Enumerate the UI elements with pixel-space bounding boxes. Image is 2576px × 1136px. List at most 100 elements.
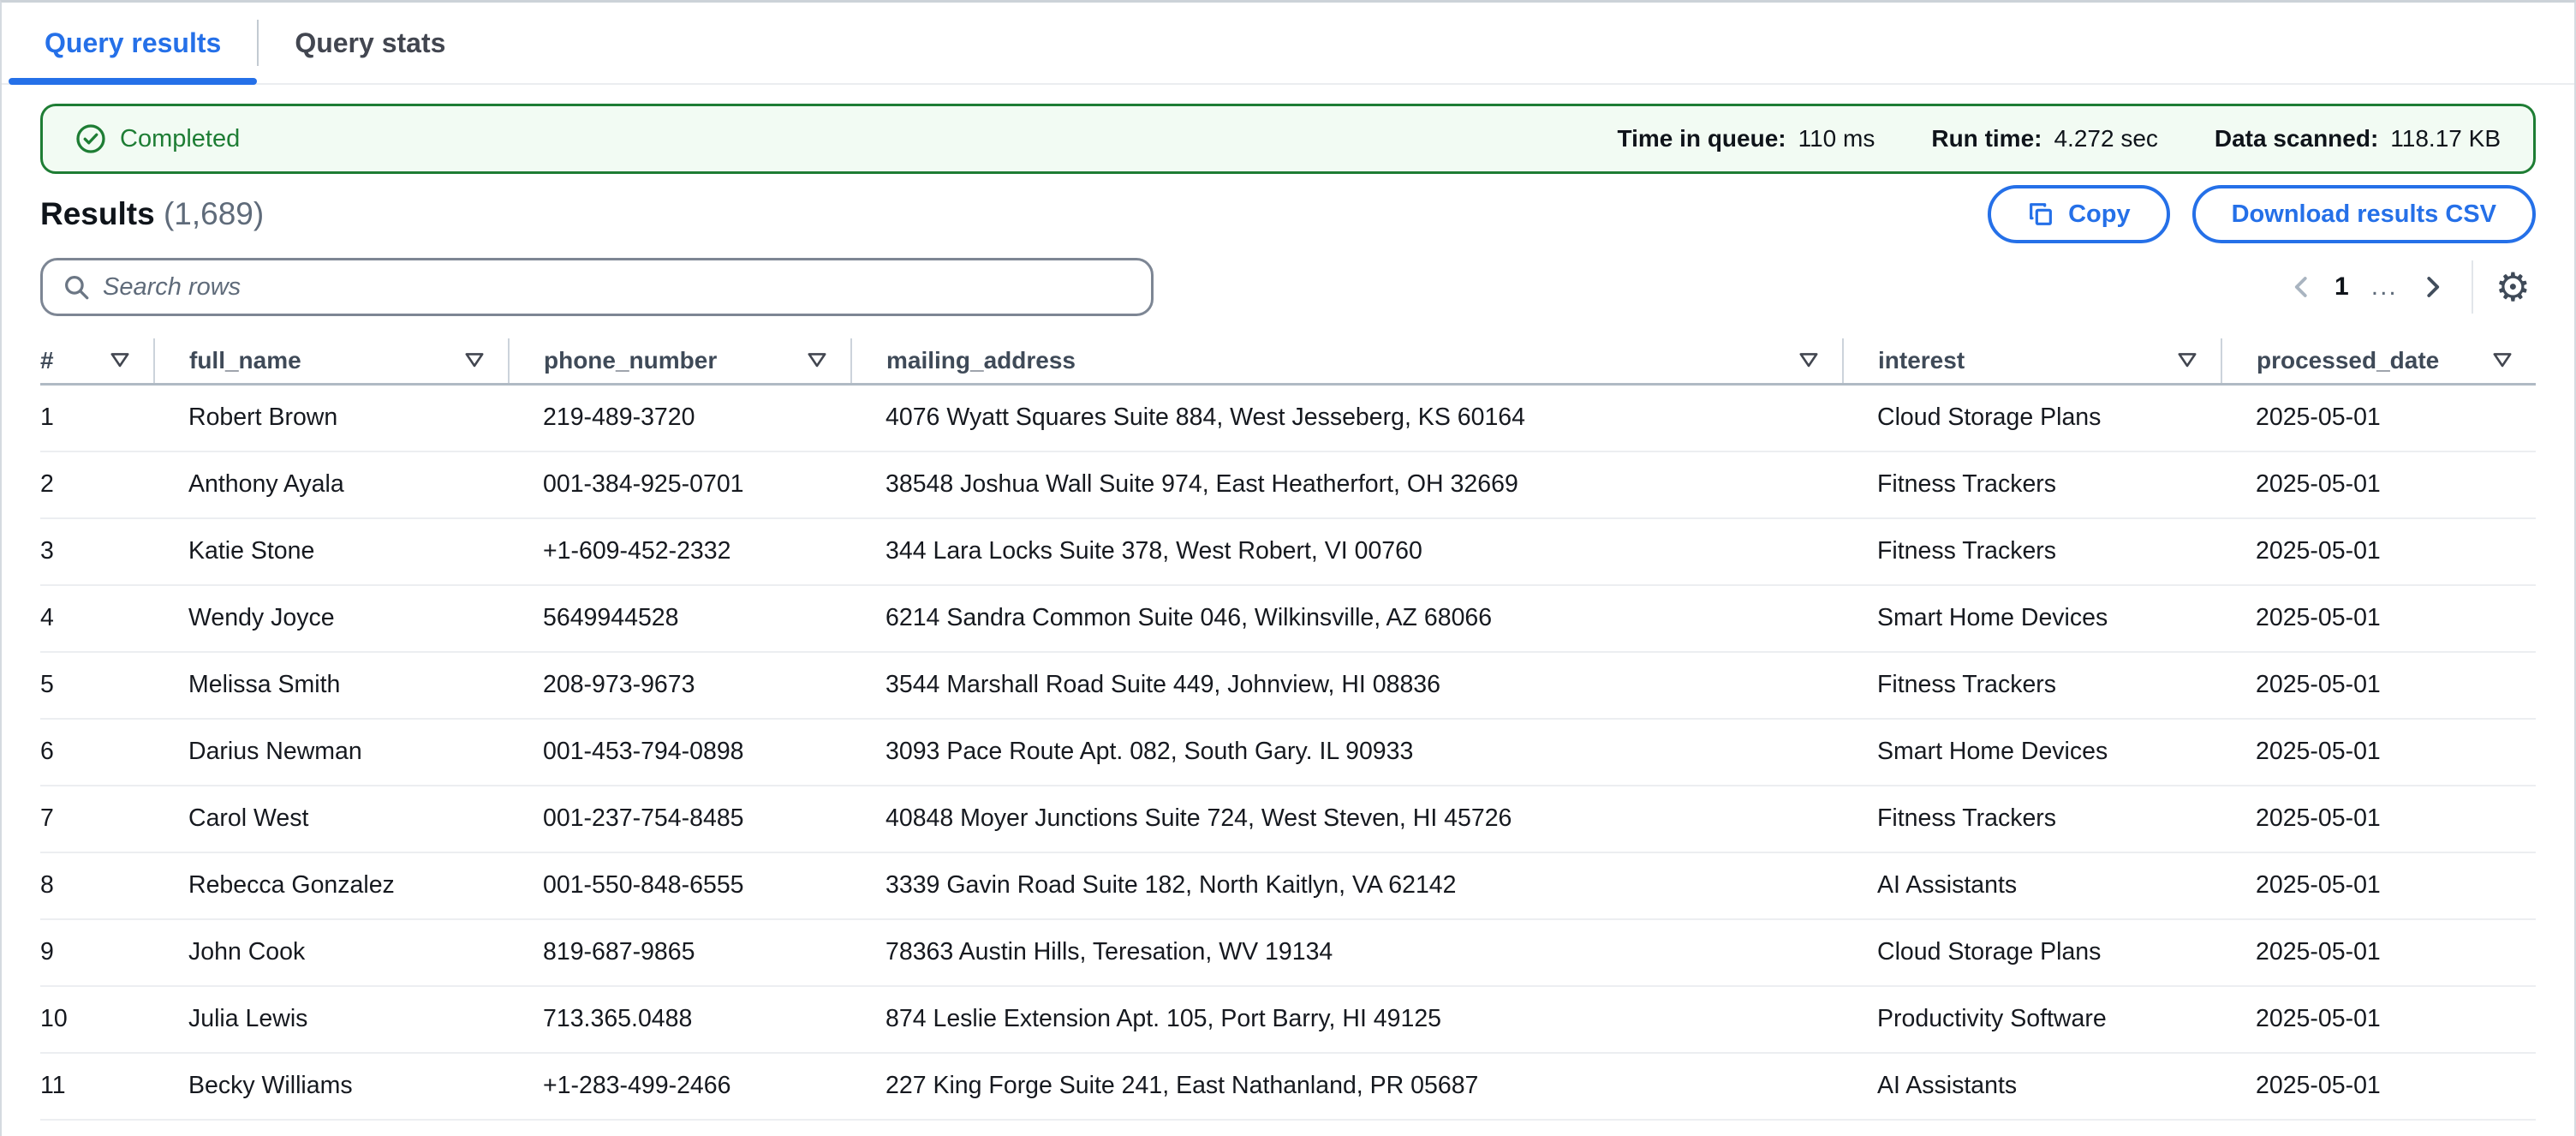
cell-full-name: Robert Brown bbox=[154, 385, 509, 451]
table-row: 6Darius Newman001-453-794-08983093 Pace … bbox=[40, 719, 2536, 786]
download-results-csv-button[interactable]: Download results CSV bbox=[2192, 185, 2536, 243]
cell-full-name: Anthony Ayala bbox=[154, 451, 509, 518]
tab-query-stats[interactable]: Query stats bbox=[259, 3, 481, 83]
search-icon bbox=[62, 272, 91, 302]
table-row: 11Becky Williams+1-283-499-2466227 King … bbox=[40, 1053, 2536, 1120]
column-header-full-name[interactable]: full_name bbox=[154, 338, 509, 385]
copy-button[interactable]: Copy bbox=[1988, 185, 2170, 243]
results-heading: Results (1,689) bbox=[40, 196, 264, 232]
filter-funnel-icon[interactable] bbox=[1798, 350, 1820, 372]
cell-processed-date: 2025-05-01 bbox=[2221, 585, 2536, 652]
filter-funnel-icon[interactable] bbox=[109, 350, 131, 372]
cell-mailing-address: 6214 Sandra Common Suite 046, Wilkinsvil… bbox=[851, 585, 1843, 652]
search-rows-box[interactable] bbox=[40, 258, 1154, 316]
query-results-panel: Query results Query stats Completed Time… bbox=[0, 0, 2576, 1136]
cell-processed-date: 2025-05-01 bbox=[2221, 518, 2536, 585]
cell-processed-date: 2025-05-01 bbox=[2221, 719, 2536, 786]
filter-funnel-icon[interactable] bbox=[806, 350, 828, 372]
column-header-row-number[interactable]: # bbox=[40, 338, 154, 385]
cell-row-number: 3 bbox=[40, 518, 154, 585]
copy-icon bbox=[2027, 200, 2054, 228]
cell-phone-number: +1-283-499-2466 bbox=[509, 1053, 851, 1120]
cell-interest: Fitness Trackers bbox=[1843, 786, 2221, 852]
cell-full-name: Rebecca Gonzalez bbox=[154, 852, 509, 919]
cell-processed-date: 2025-05-01 bbox=[2221, 1053, 2536, 1120]
table-row: 8Rebecca Gonzalez001-550-848-65553339 Ga… bbox=[40, 852, 2536, 919]
filter-funnel-icon[interactable] bbox=[2176, 350, 2198, 372]
cell-row-number: 5 bbox=[40, 652, 154, 719]
cell-row-number: 10 bbox=[40, 986, 154, 1053]
cell-phone-number: 219-489-3720 bbox=[509, 385, 851, 451]
cell-full-name: Carol West bbox=[154, 786, 509, 852]
tab-bar: Query results Query stats bbox=[2, 3, 2574, 85]
cell-full-name: Becky Williams bbox=[154, 1053, 509, 1120]
cell-interest: Fitness Trackers bbox=[1843, 451, 2221, 518]
tab-query-stats-label: Query stats bbox=[295, 27, 445, 59]
cell-phone-number: 001-237-754-8485 bbox=[509, 786, 851, 852]
cell-mailing-address: 4076 Wyatt Squares Suite 884, West Jesse… bbox=[851, 385, 1843, 451]
settings-gear-icon[interactable]: ⚙ bbox=[2490, 267, 2536, 307]
cell-processed-date: 2025-05-01 bbox=[2221, 652, 2536, 719]
page-ellipsis: ... bbox=[2359, 272, 2410, 302]
table-row: 9John Cook819-687-986578363 Austin Hills… bbox=[40, 919, 2536, 986]
filter-funnel-icon[interactable] bbox=[2491, 350, 2513, 372]
cell-interest: AI Assistants bbox=[1843, 1053, 2221, 1120]
column-header-mailing-address[interactable]: mailing_address bbox=[851, 338, 1843, 385]
cell-phone-number: 001-453-794-0898 bbox=[509, 719, 851, 786]
table-row: 2Anthony Ayala001-384-925-070138548 Josh… bbox=[40, 451, 2536, 518]
cell-full-name: Katie Stone bbox=[154, 518, 509, 585]
results-content: Completed Time in queue:110 ms Run time:… bbox=[2, 104, 2574, 1121]
current-page-number[interactable]: 1 bbox=[2324, 272, 2359, 302]
cell-row-number: 6 bbox=[40, 719, 154, 786]
cell-full-name: Julia Lewis bbox=[154, 986, 509, 1053]
cell-interest: Smart Home Devices bbox=[1843, 585, 2221, 652]
query-metrics: Time in queue:110 ms Run time:4.272 sec … bbox=[1618, 125, 2501, 152]
cell-mailing-address: 40848 Moyer Junctions Suite 724, West St… bbox=[851, 786, 1843, 852]
cell-full-name: Melissa Smith bbox=[154, 652, 509, 719]
cell-phone-number: +1-609-452-2332 bbox=[509, 518, 851, 585]
cell-row-number: 11 bbox=[40, 1053, 154, 1120]
cell-processed-date: 2025-05-01 bbox=[2221, 385, 2536, 451]
cell-phone-number: 713.365.0488 bbox=[509, 986, 851, 1053]
table-row: 5Melissa Smith208-973-96733544 Marshall … bbox=[40, 652, 2536, 719]
previous-page-button[interactable] bbox=[2280, 263, 2324, 311]
cell-interest: Smart Home Devices bbox=[1843, 719, 2221, 786]
table-row: 4Wendy Joyce56499445286214 Sandra Common… bbox=[40, 585, 2536, 652]
cell-row-number: 1 bbox=[40, 385, 154, 451]
check-circle-icon bbox=[75, 123, 106, 154]
table-row: 3Katie Stone+1-609-452-2332344 Lara Lock… bbox=[40, 518, 2536, 585]
search-rows-input[interactable] bbox=[103, 273, 1132, 302]
cell-processed-date: 2025-05-01 bbox=[2221, 919, 2536, 986]
cell-row-number: 4 bbox=[40, 585, 154, 652]
pagination-divider bbox=[2472, 260, 2473, 314]
cell-interest: Fitness Trackers bbox=[1843, 652, 2221, 719]
cell-phone-number: 5649944528 bbox=[509, 585, 851, 652]
cell-interest: AI Assistants bbox=[1843, 852, 2221, 919]
next-page-button[interactable] bbox=[2410, 263, 2454, 311]
cell-row-number: 8 bbox=[40, 852, 154, 919]
cell-phone-number: 819-687-9865 bbox=[509, 919, 851, 986]
table-row: 10Julia Lewis713.365.0488874 Leslie Exte… bbox=[40, 986, 2536, 1053]
column-header-processed-date[interactable]: processed_date bbox=[2221, 338, 2536, 385]
cell-phone-number: 001-550-848-6555 bbox=[509, 852, 851, 919]
metric-data-scanned: Data scanned:118.17 KB bbox=[2215, 125, 2501, 152]
cell-processed-date: 2025-05-01 bbox=[2221, 986, 2536, 1053]
cell-interest: Fitness Trackers bbox=[1843, 518, 2221, 585]
cell-phone-number: 208-973-9673 bbox=[509, 652, 851, 719]
tab-query-results[interactable]: Query results bbox=[9, 3, 257, 83]
cell-row-number: 2 bbox=[40, 451, 154, 518]
cell-processed-date: 2025-05-01 bbox=[2221, 451, 2536, 518]
results-count: (1,689) bbox=[164, 196, 264, 231]
copy-button-label: Copy bbox=[2068, 200, 2131, 229]
cell-row-number: 7 bbox=[40, 786, 154, 852]
table-header-row: # full_name phone_number bbox=[40, 338, 2536, 385]
column-header-interest[interactable]: interest bbox=[1843, 338, 2221, 385]
cell-full-name: Wendy Joyce bbox=[154, 585, 509, 652]
cell-mailing-address: 3544 Marshall Road Suite 449, Johnview, … bbox=[851, 652, 1843, 719]
pagination: 1 ... ⚙ bbox=[2280, 260, 2536, 314]
column-header-phone-number[interactable]: phone_number bbox=[509, 338, 851, 385]
download-button-label: Download results CSV bbox=[2232, 200, 2496, 229]
filter-funnel-icon[interactable] bbox=[463, 350, 486, 372]
cell-phone-number: 001-384-925-0701 bbox=[509, 451, 851, 518]
results-table: # full_name phone_number bbox=[40, 338, 2536, 1121]
